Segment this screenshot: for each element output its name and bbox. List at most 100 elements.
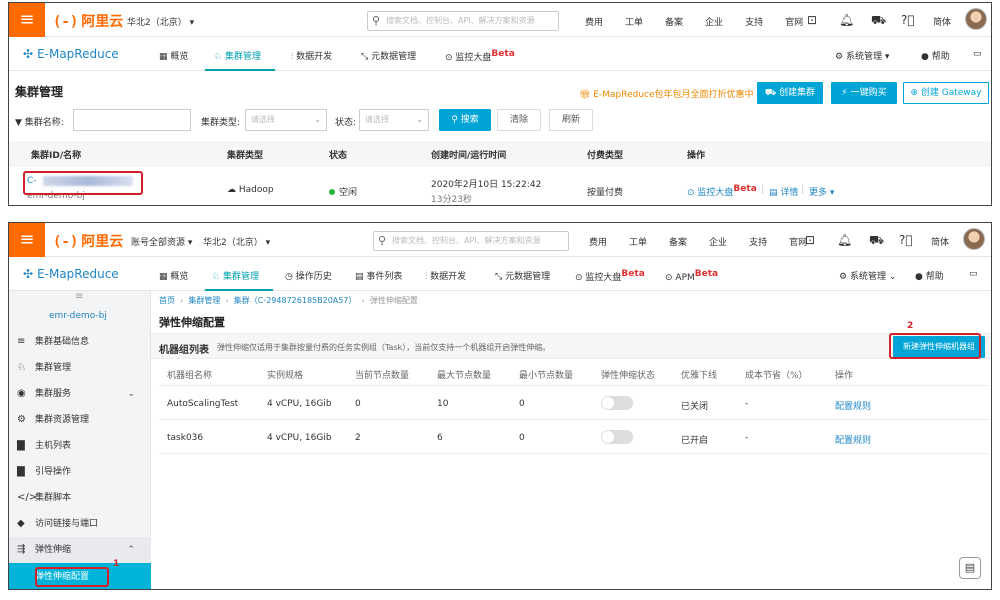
help-menu[interactable]: ● 帮助 bbox=[921, 49, 950, 62]
collapse-handle-icon[interactable]: ≡ bbox=[75, 291, 83, 302]
host-icon: ▇ bbox=[17, 440, 25, 451]
sidebar-item-autoscaling[interactable]: ⇶ 弹性伸缩 ⌃ bbox=[9, 537, 151, 563]
system-management-menu[interactable]: ⚙ 系统管理 ▾ bbox=[835, 49, 889, 62]
region-selector[interactable]: 华北2（北京） ▾ bbox=[203, 235, 270, 248]
tab-cluster-management[interactable]: ♘ 集群管理 bbox=[212, 269, 259, 282]
sidebar-item-host-list[interactable]: ▇ 主机列表 bbox=[9, 433, 151, 459]
monitor-dashboard-link[interactable]: ⊙ 监控大盘Beta bbox=[687, 184, 757, 198]
created-time: 2020年2月10日 15:22:42 bbox=[431, 180, 542, 190]
bell-icon[interactable]: 🔔︎ bbox=[837, 233, 852, 247]
autoscaling-toggle[interactable] bbox=[601, 430, 633, 444]
tab-metadata[interactable]: ⤡ 元数据管理 bbox=[361, 49, 416, 62]
tab-monitor-dashboard[interactable]: ⊙ 监控大盘Beta bbox=[445, 49, 515, 63]
nav-enterprise[interactable]: 企业 bbox=[709, 238, 727, 248]
tab-data-development[interactable]: ⫶ 数据开发 bbox=[291, 49, 332, 62]
global-search-input[interactable]: ⚲ 搜索文档、控制台、API、解决方案和资源 bbox=[367, 11, 559, 31]
col-instance-spec: 实例规格 bbox=[267, 371, 304, 381]
search-icon: ⚲ bbox=[372, 14, 381, 27]
help-menu[interactable]: ● 帮助 bbox=[915, 269, 944, 282]
product-title[interactable]: ✣ E-MapReduce bbox=[23, 267, 119, 281]
chevron-down-icon: ⌄ bbox=[127, 389, 135, 399]
highlight-box-sidebar bbox=[35, 567, 109, 587]
clear-button[interactable]: 清除 bbox=[497, 109, 541, 131]
nav-fees[interactable]: 费用 bbox=[585, 18, 603, 28]
configure-rules-link[interactable]: 配置规则 bbox=[835, 399, 871, 412]
nav-fees[interactable]: 费用 bbox=[589, 238, 607, 248]
help-circle-icon[interactable]: ?⃝ bbox=[899, 233, 913, 247]
nav-official-site[interactable]: 官网 bbox=[785, 18, 803, 28]
top-navbar: ≡ (-) 阿里云 账号全部资源 ▾ 华北2（北京） ▾ ⚲ 搜索文档、控制台、AP… bbox=[9, 223, 991, 257]
graceful-status: 已关闭 bbox=[681, 402, 709, 412]
refresh-button[interactable]: 刷新 bbox=[549, 109, 593, 131]
nav-enterprise[interactable]: 企业 bbox=[705, 18, 723, 28]
layout-icon[interactable]: ▭ bbox=[969, 269, 978, 279]
col-min-nodes: 最小节点数量 bbox=[519, 371, 574, 381]
avatar[interactable] bbox=[965, 8, 987, 30]
global-search-input[interactable]: ⚲ 搜索文档、控制台、API、解决方案和资源 bbox=[373, 231, 569, 251]
search-button[interactable]: ⚲ 搜索 bbox=[439, 109, 491, 131]
configure-rules-link[interactable]: 配置规则 bbox=[835, 433, 871, 446]
aliyun-logo[interactable]: (-) 阿里云 bbox=[53, 11, 123, 31]
breadcrumb-cluster[interactable]: 集群（C-2948726185B20A57） bbox=[234, 296, 357, 305]
language-selector[interactable]: 简体 bbox=[933, 15, 951, 28]
terminal-icon[interactable]: ⊡ bbox=[807, 13, 817, 27]
sidebar-item-resource-management[interactable]: ⚙ 集群资源管理 bbox=[9, 407, 151, 433]
sidebar-item-access-links[interactable]: ◆ 访问链接与端口 bbox=[9, 511, 151, 537]
autoscaling-config-screenshot: ≡ (-) 阿里云 账号全部资源 ▾ 华北2（北京） ▾ ⚲ 搜索文档、控制台、AP… bbox=[8, 222, 992, 590]
nav-icp[interactable]: 备案 bbox=[665, 18, 683, 28]
avatar[interactable] bbox=[963, 228, 985, 250]
tab-monitor-dashboard[interactable]: ⊙ 监控大盘Beta bbox=[575, 269, 645, 283]
cluster-type-select[interactable]: 请选择 ⌄ bbox=[245, 109, 327, 131]
page-title: 集群管理 bbox=[15, 85, 64, 99]
divider: | bbox=[761, 185, 765, 195]
help-circle-icon[interactable]: ?⃝ bbox=[901, 13, 915, 27]
tab-apm[interactable]: ⊙ APMBeta bbox=[665, 269, 718, 283]
tab-operation-history[interactable]: ◷ 操作历史 bbox=[285, 269, 332, 282]
breadcrumb-cluster-management[interactable]: 集群管理 bbox=[188, 296, 220, 305]
nav-support[interactable]: 支持 bbox=[745, 18, 763, 28]
hamburger-menu-icon[interactable]: ≡ bbox=[9, 3, 45, 37]
breadcrumb-home[interactable]: 首页 bbox=[159, 296, 175, 305]
hamburger-menu-icon[interactable]: ≡ bbox=[9, 223, 45, 257]
quick-buy-button[interactable]: ⚡ 一键购买 bbox=[831, 82, 897, 104]
nav-tickets[interactable]: 工单 bbox=[625, 18, 643, 28]
cart-icon[interactable]: ⛟ bbox=[871, 13, 886, 29]
sidebar-item-bootstrap[interactable]: ▇ 引导操作 bbox=[9, 459, 151, 485]
cost-saving: - bbox=[745, 399, 749, 409]
sidebar-item-basic-info[interactable]: ≡ 集群基础信息 bbox=[9, 329, 151, 355]
create-cluster-button[interactable]: ⛟ 创建集群 bbox=[757, 82, 823, 104]
aliyun-logo[interactable]: (-) 阿里云 bbox=[53, 231, 123, 251]
terminal-icon[interactable]: ⊡ bbox=[805, 233, 815, 247]
more-dropdown[interactable]: 更多 ▾ bbox=[809, 185, 834, 198]
promo-banner[interactable]: 🎁︎ E-MapReduce包年包月全面打折优惠中 bbox=[579, 87, 754, 100]
nav-support[interactable]: 支持 bbox=[749, 238, 767, 248]
language-selector[interactable]: 简体 bbox=[931, 235, 949, 248]
chat-icon[interactable]: ▤ bbox=[959, 557, 981, 579]
nav-tickets[interactable]: 工单 bbox=[629, 238, 647, 248]
system-management-menu[interactable]: ⚙ 系统管理 ⌄ bbox=[839, 269, 896, 282]
product-title[interactable]: ✣ E-MapReduce bbox=[23, 47, 119, 61]
layout-icon[interactable]: ▭ bbox=[973, 49, 982, 59]
detail-link[interactable]: ▤ 详情 bbox=[769, 185, 798, 198]
status-select[interactable]: 请选择 ⌄ bbox=[359, 109, 429, 131]
sidebar-item-cluster-scripts[interactable]: </> 集群脚本 bbox=[9, 485, 151, 511]
col-actions: 操作 bbox=[835, 371, 854, 381]
create-gateway-button[interactable]: ⊕ 创建 Gateway bbox=[903, 82, 989, 104]
code-icon: </> bbox=[17, 492, 38, 503]
tab-metadata[interactable]: ⤡ 元数据管理 bbox=[495, 269, 550, 282]
tab-event-list[interactable]: ▤ 事件列表 bbox=[355, 269, 402, 282]
cart-icon[interactable]: ⛟ bbox=[869, 233, 884, 249]
sidebar-cluster-name[interactable]: emr-demo-bj bbox=[49, 311, 107, 321]
bell-icon[interactable]: 🔔︎ bbox=[839, 13, 854, 27]
autoscaling-toggle[interactable] bbox=[601, 396, 633, 410]
sidebar-item-cluster-management[interactable]: ♘ 集群管理 bbox=[9, 355, 151, 381]
resource-scope-selector[interactable]: 账号全部资源 ▾ bbox=[131, 235, 192, 248]
tab-data-development[interactable]: ⫶ 数据开发 bbox=[425, 269, 466, 282]
tab-overview[interactable]: ▦ 概览 bbox=[159, 269, 188, 282]
sidebar-item-cluster-services[interactable]: ◉ 集群服务 ⌄ bbox=[9, 381, 151, 407]
cluster-name-input[interactable] bbox=[73, 109, 191, 131]
region-selector[interactable]: 华北2（北京） ▾ bbox=[127, 15, 194, 28]
tab-cluster-management[interactable]: ♘ 集群管理 bbox=[214, 49, 261, 62]
tab-overview[interactable]: ▦ 概览 bbox=[159, 49, 188, 62]
nav-icp[interactable]: 备案 bbox=[669, 238, 687, 248]
